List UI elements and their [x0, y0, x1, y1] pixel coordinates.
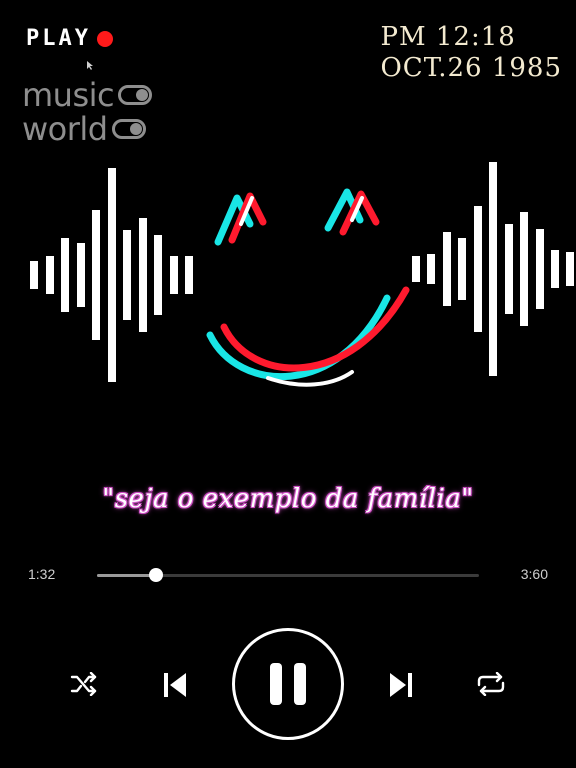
mouse-cursor-icon [87, 61, 93, 70]
next-button[interactable] [384, 668, 418, 702]
play-label: PLAY [26, 26, 91, 51]
repeat-icon [477, 672, 505, 696]
toggle-icon [118, 85, 153, 105]
play-indicator: PLAY [26, 26, 113, 51]
shuffle-button[interactable] [66, 670, 102, 698]
record-dot-icon [96, 30, 113, 47]
progress-slider[interactable] [97, 568, 479, 582]
brand-word-world: world [22, 110, 108, 148]
total-time: 3:60 [520, 566, 548, 582]
brand-word-music: music [22, 76, 115, 114]
skip-next-icon [390, 673, 412, 697]
audio-visualizer [30, 162, 574, 387]
waveform-right [412, 162, 574, 376]
repeat-button[interactable] [473, 670, 509, 698]
brand-logo: music world [22, 76, 153, 148]
pause-button[interactable] [232, 628, 344, 740]
previous-button[interactable] [158, 668, 192, 702]
waveform-left [30, 168, 193, 382]
skip-previous-icon [164, 673, 186, 697]
clock-time: PM 12:18 [380, 22, 516, 52]
vhs-clock: PM 12:18 OCT.26 1985 [380, 22, 562, 84]
shuffle-icon [70, 672, 97, 696]
elapsed-time: 1:32 [28, 566, 56, 582]
smiley-face-icon [206, 188, 410, 387]
lyric-quote: "seja o exemplo da família" [102, 484, 474, 514]
clock-date: OCT.26 1985 [380, 53, 562, 83]
playback-controls [0, 624, 576, 744]
toggle-icon [111, 119, 146, 139]
progress-thumb[interactable] [149, 568, 164, 582]
progress-fill [97, 574, 157, 577]
pause-icon [270, 663, 306, 705]
